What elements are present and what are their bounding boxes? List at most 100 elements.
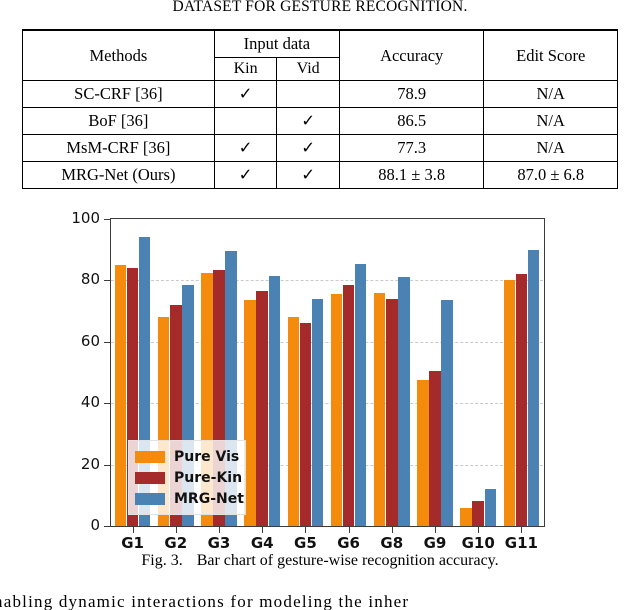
x-tick-label: G6 [337,534,360,552]
bar [244,300,256,526]
cell-kin-check: ✓ [213,134,278,162]
table-header-methods: Methods [22,29,215,81]
table-header-accuracy: Accuracy [338,29,485,81]
legend-label-pure-vis: Pure Vis [174,448,240,465]
x-tick-mark [219,527,220,533]
cell-edit-score: 87.0 ± 6.8 [483,161,618,189]
bar [460,507,472,526]
bar [398,277,410,526]
cell-vid-check: ✓ [276,161,340,189]
cell-accuracy: 77.3 [338,134,485,162]
table-row: SC-CRF [36] ✓ 78.9 N/A [22,80,618,108]
body-text-line: nabling dynamic interactions for modelin… [0,592,410,610]
bar [256,291,268,526]
x-tick-mark [305,527,307,533]
y-tick-mark [104,526,111,527]
x-tick-mark [262,527,264,533]
y-tick-label: 0 [90,516,100,534]
bar [441,300,453,526]
x-tick-label: G10 [461,534,495,552]
table-row: MRG-Net (Ours) ✓ ✓ 88.1 ± 3.8 87.0 ± 6.8 [22,161,618,189]
x-tick-mark [132,527,134,533]
legend-item: Pure-Kin [135,467,242,488]
table-header-kin: Kin [213,57,278,81]
y-tick-mark [104,464,111,466]
cell-accuracy: 86.5 [338,107,485,135]
figure-caption-text: Bar chart of gesture-wise recognition ac… [196,552,499,569]
cell-edit-score: N/A [483,80,618,108]
y-tick-mark [104,219,111,220]
legend-label-pure-kin: Pure-Kin [174,469,243,486]
legend-swatch-mrg-net [135,492,165,505]
cell-kin-check: ✓ [213,161,278,189]
cell-vid-check: ✓ [276,134,340,162]
x-tick-mark [175,527,177,533]
x-tick-label: G8 [380,534,404,552]
bar [429,370,441,526]
bar [503,280,516,526]
table-caption: DATASET FOR GESTURE RECOGNITION. [172,0,468,15]
chart-legend: Pure Vis Pure-Kin MRG-Net [128,440,246,515]
bar [311,298,324,526]
cell-vid-check: ✓ [276,107,340,135]
table-header-row-1: Methods Input data Accuracy Edit Score [22,29,618,81]
bar [417,380,429,526]
bar [373,292,386,526]
bar [386,298,398,526]
legend-item: MRG-Net [135,488,244,509]
cell-method: MsM-CRF [36] [22,134,215,162]
bar [354,263,367,526]
cell-vid-check [276,80,340,108]
results-table: Methods Input data Accuracy Edit Score K… [22,29,618,189]
cell-method: BoF [36] [22,107,215,135]
cell-method: SC-CRF [36] [22,80,215,108]
y-tick-label: 100 [71,209,100,227]
bar [268,275,281,526]
bar [472,501,484,526]
table-header-edit-score: Edit Score [483,29,618,81]
bar-chart: 0 20 40 60 80 100 G1 G2 G3 G4 G5 G6 G8 G9 G10 G11 Pure… [0,205,640,552]
cell-accuracy: 78.9 [338,80,485,108]
figure-number: Fig. 3. [141,552,183,569]
y-tick-label: 40 [80,393,100,412]
bar [299,323,312,526]
bar [287,317,300,526]
y-tick-label: 80 [80,270,100,289]
y-tick-label: 60 [80,331,100,350]
cell-kin-check [213,107,278,135]
bar [515,274,528,526]
x-tick-label: G4 [250,534,274,552]
bar [527,249,540,526]
y-tick-mark [104,403,111,405]
x-tick-label: G9 [423,534,447,552]
results-table-wrapper: Methods Input data Accuracy Edit Score K… [22,29,618,189]
x-tick-label: G2 [164,534,188,552]
x-tick-mark [478,527,480,533]
x-tick-mark [348,527,350,533]
cell-edit-score: N/A [483,134,618,162]
legend-swatch-pure-kin [135,471,165,484]
cell-kin-check: ✓ [213,80,278,108]
cell-method: MRG-Net (Ours) [22,161,215,189]
x-tick-label: G5 [294,534,317,552]
bar [114,265,127,526]
legend-item: Pure Vis [135,446,240,467]
x-tick-mark [391,527,393,533]
legend-swatch-pure-vis [135,450,165,463]
cell-edit-score: N/A [483,107,618,135]
y-tick-label: 20 [80,454,100,473]
body-text-clipped: nabling dynamic interactions for modelin… [0,592,640,610]
x-tick-label: G11 [504,534,538,552]
x-tick-label: G3 [207,534,231,552]
y-tick-mark [104,280,111,282]
figure-caption: Fig. 3. Bar chart of gesture-wise recogni… [0,552,640,570]
cell-accuracy: 88.1 ± 3.8 [338,161,485,189]
x-tick-mark [435,527,436,533]
y-tick-mark [104,341,111,343]
table-row: BoF [36] ✓ 86.5 N/A [22,107,618,135]
table-header-input-data: Input data [213,29,340,58]
table-row: MsM-CRF [36] ✓ ✓ 77.3 N/A [22,134,618,162]
x-tick-mark [521,527,523,533]
table-header-vid: Vid [276,57,340,81]
bar [330,294,343,526]
